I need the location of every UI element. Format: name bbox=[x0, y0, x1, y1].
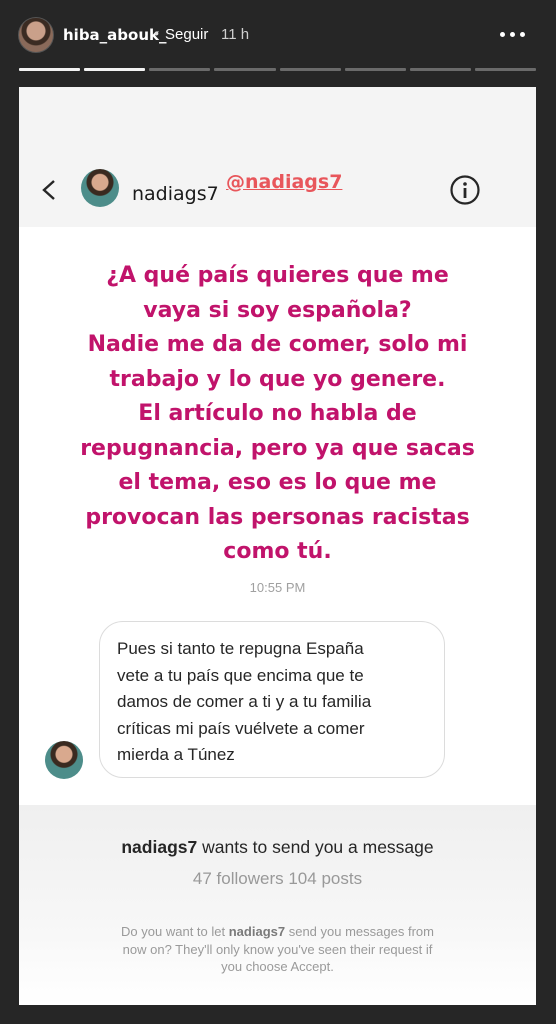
dm-header: nadiags7 @nadiags7 bbox=[19, 87, 536, 227]
story-header: hiba_abouk_ • Seguir 11 h bbox=[0, 0, 556, 70]
story-avatar[interactable] bbox=[18, 17, 54, 53]
dm-screenshot: nadiags7 @nadiags7 ¿A qué país quieres q… bbox=[19, 87, 536, 1005]
mention-tag[interactable]: @nadiags7 bbox=[226, 171, 342, 193]
desc-line3: you choose Accept. bbox=[221, 959, 334, 974]
desc-prefix: Do you want to let bbox=[121, 924, 226, 939]
reply-message-line: provocan las personas racistas bbox=[85, 504, 470, 530]
reply-message-line: trabajo y lo que yo genere. bbox=[109, 366, 446, 392]
story-time: 11 h bbox=[221, 26, 250, 43]
desc-username: nadiags7 bbox=[228, 924, 286, 939]
more-options-icon[interactable] bbox=[500, 24, 526, 44]
message-request-panel: nadiags7 wants to send you a message 47 … bbox=[19, 805, 536, 1005]
incoming-message-line: mierda a Túnez bbox=[117, 745, 235, 764]
reply-message-line: El artículo no habla de bbox=[138, 401, 417, 426]
story-username[interactable]: hiba_abouk_ bbox=[63, 26, 167, 44]
request-description: Do you want to let nadiags7 send you mes… bbox=[59, 923, 496, 976]
request-title: nadiags7 wants to send you a message bbox=[19, 837, 536, 858]
reply-message: ¿A qué país quieres que me vaya si soy es… bbox=[59, 259, 496, 570]
incoming-message-line: vete a tu país que encima que te bbox=[117, 665, 364, 685]
progress-segment bbox=[149, 68, 211, 71]
progress-segment bbox=[19, 68, 81, 71]
incoming-message-line: Pues si tanto te repugna España bbox=[117, 639, 364, 658]
desc-line2: now on? They'll only know you've seen th… bbox=[122, 941, 433, 957]
sender-avatar bbox=[45, 741, 83, 779]
request-username[interactable]: nadiags7 bbox=[121, 837, 197, 857]
follow-button[interactable]: Seguir bbox=[165, 26, 208, 43]
separator-dot: • bbox=[154, 25, 159, 41]
desc-line1-suffix: send you messages from bbox=[288, 924, 434, 939]
reply-message-line: vaya si soy española? bbox=[143, 297, 412, 323]
progress-segment bbox=[214, 68, 276, 71]
incoming-message-bubble[interactable]: Pues si tanto te repugna España vete a tu… bbox=[99, 621, 445, 778]
info-icon[interactable] bbox=[449, 174, 481, 206]
incoming-message-line: damos de comer a ti y a tu familia bbox=[117, 692, 372, 711]
progress-segment bbox=[474, 68, 536, 71]
reply-message-line: ¿A qué país quieres que me bbox=[106, 263, 449, 288]
dm-username[interactable]: nadiags7 bbox=[132, 183, 219, 205]
incoming-message-line: críticas mi país vuélvete a comer bbox=[117, 718, 365, 738]
story-progress-bar bbox=[19, 68, 536, 71]
message-timestamp: 10:55 PM bbox=[249, 580, 306, 595]
request-title-text: wants to send you a message bbox=[202, 837, 434, 857]
reply-message-line: Nadie me da de comer, solo mi bbox=[87, 332, 468, 357]
progress-segment bbox=[344, 68, 406, 71]
progress-segment bbox=[279, 68, 341, 71]
request-stats: 47 followers 104 posts bbox=[192, 869, 363, 888]
reply-message-line: repugnancia, pero ya que sacas bbox=[80, 435, 475, 461]
dm-avatar[interactable] bbox=[81, 169, 119, 207]
progress-segment bbox=[409, 68, 471, 71]
back-arrow-icon[interactable] bbox=[39, 179, 61, 201]
reply-message-line: como tú. bbox=[223, 539, 332, 564]
message-thread: ¿A qué país quieres que me vaya si soy es… bbox=[19, 227, 536, 805]
progress-segment bbox=[84, 68, 146, 71]
reply-message-line: el tema, eso es lo que me bbox=[118, 470, 437, 495]
